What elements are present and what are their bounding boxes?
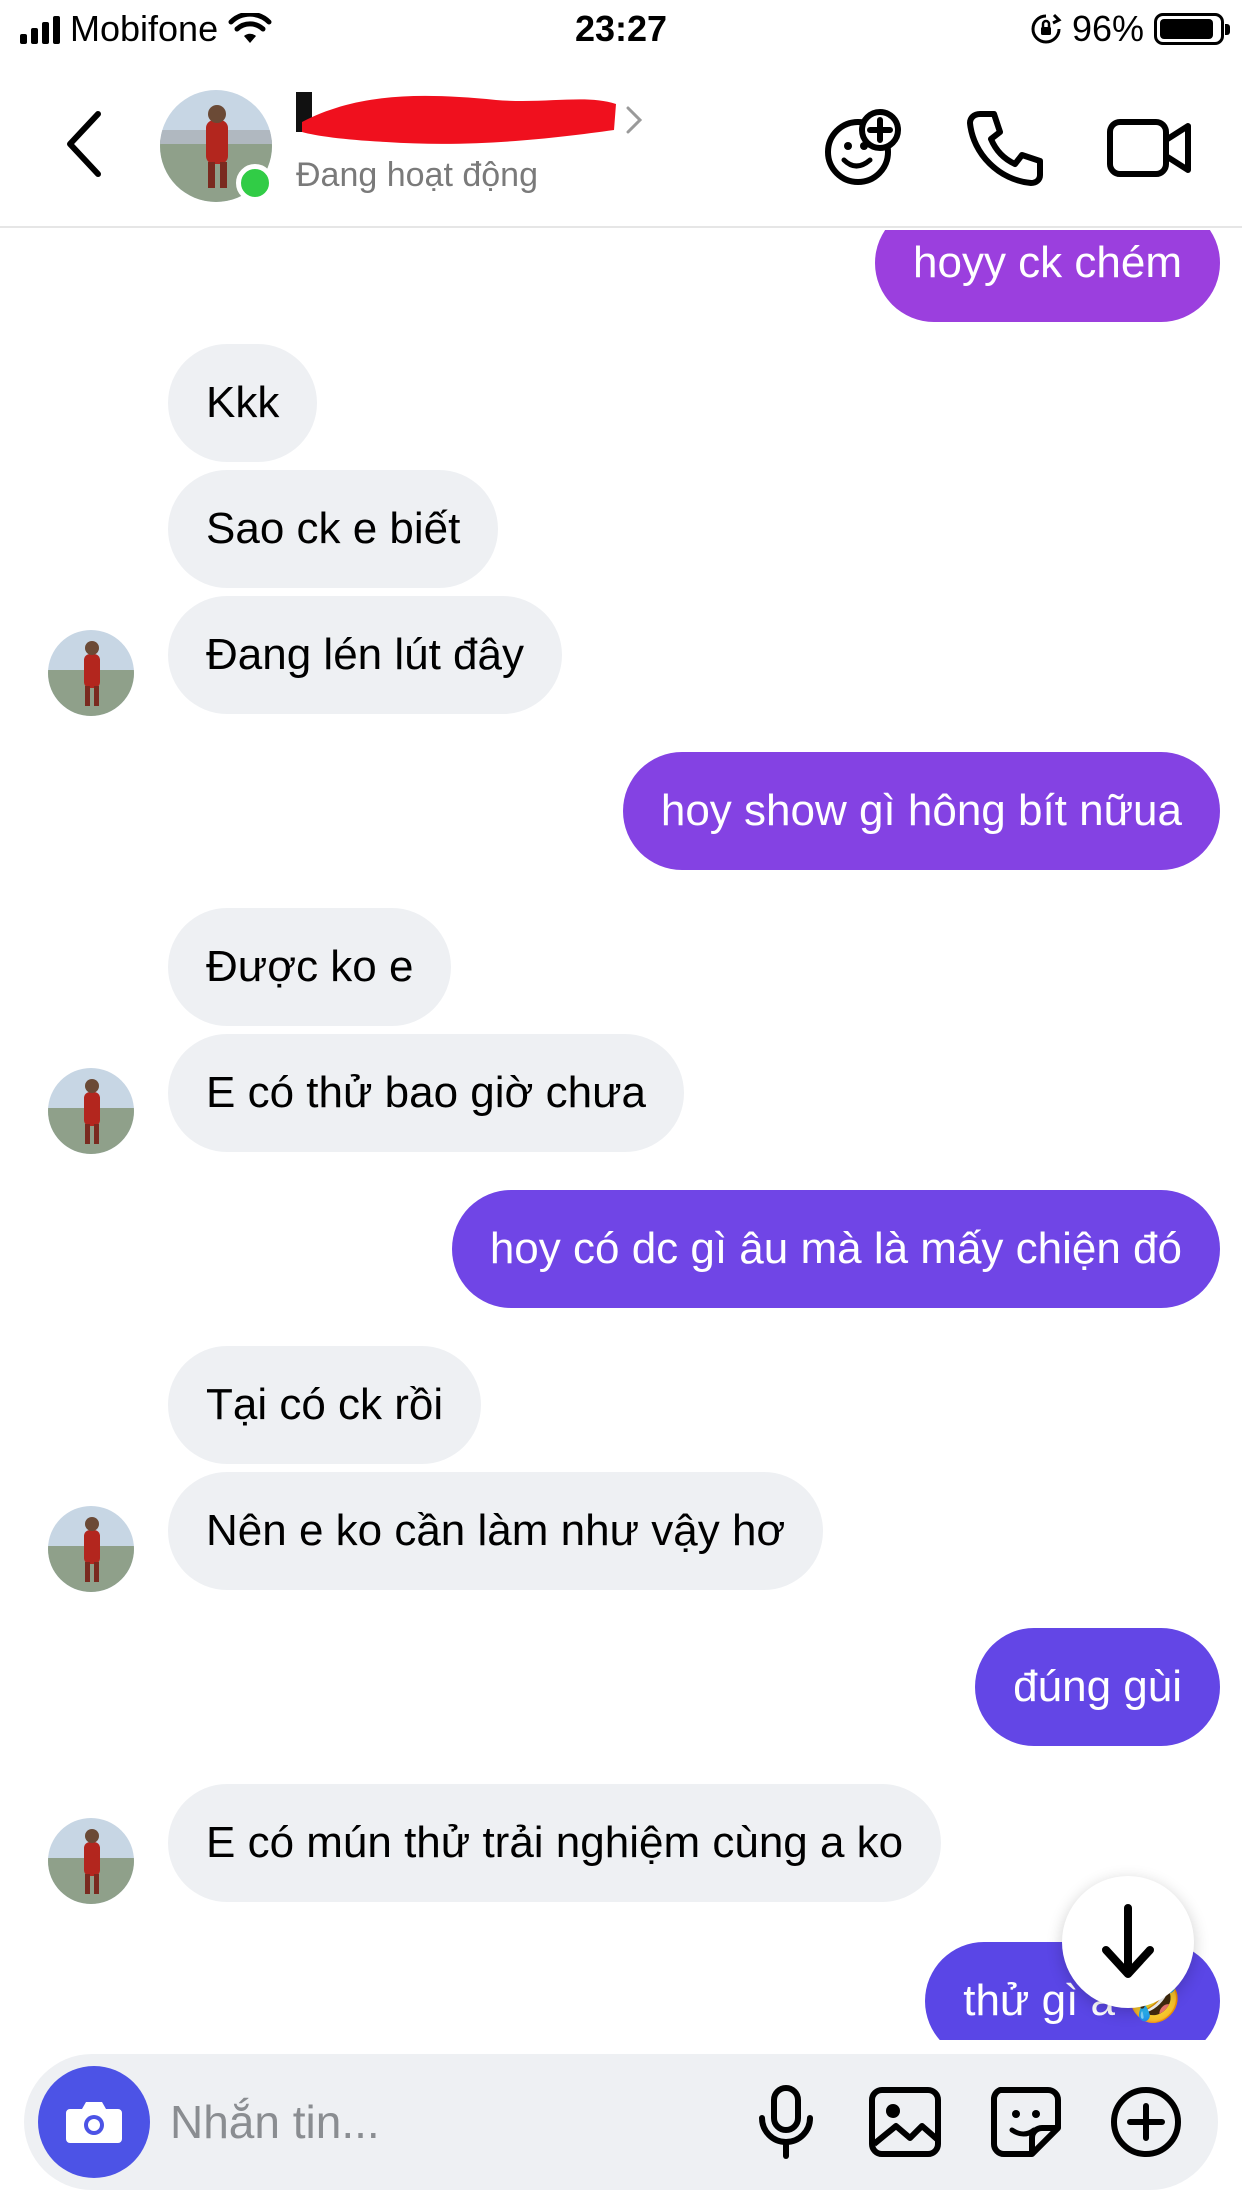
microphone-icon[interactable] bbox=[746, 2082, 826, 2162]
message-composer: Nhắn tin... bbox=[24, 2054, 1218, 2190]
message-list[interactable]: hoyy ck chém Kkk Sao ck e biết Đang lén … bbox=[0, 230, 1242, 2040]
redacted-name bbox=[296, 92, 616, 144]
message-bubble-incoming[interactable]: E có mún thử trải nghiệm cùng a ko bbox=[168, 1784, 942, 1902]
rotation-lock-icon bbox=[1031, 13, 1062, 44]
message-bubble-incoming[interactable]: Sao ck e biết bbox=[168, 470, 499, 588]
battery-icon bbox=[1154, 13, 1230, 45]
message-input[interactable]: Nhắn tin... bbox=[170, 2054, 380, 2190]
message-bubble-outgoing[interactable]: hoyy ck chém bbox=[875, 230, 1220, 322]
activity-status: Đang hoạt động bbox=[296, 156, 538, 194]
status-bar: Mobifone 23:27 96% bbox=[0, 0, 1242, 64]
sender-avatar[interactable] bbox=[48, 1818, 134, 1904]
sender-avatar[interactable] bbox=[48, 1068, 134, 1154]
effects-icon[interactable] bbox=[818, 102, 908, 192]
arrow-down-icon bbox=[1102, 1904, 1154, 1978]
message-bubble-outgoing[interactable]: đúng gùi bbox=[975, 1628, 1220, 1746]
plus-icon[interactable] bbox=[1106, 2082, 1186, 2162]
message-bubble-outgoing[interactable]: hoy có dc gì âu mà là mấy chiện đó bbox=[451, 1190, 1220, 1308]
message-bubble-incoming[interactable]: Nên e ko cần làm như vậy hơ bbox=[168, 1472, 824, 1590]
sender-avatar[interactable] bbox=[48, 1506, 134, 1592]
chevron-right-icon[interactable] bbox=[622, 100, 646, 140]
camera-button[interactable] bbox=[38, 2066, 150, 2178]
message-bubble-incoming[interactable]: Kkk bbox=[168, 344, 318, 462]
video-camera-icon[interactable] bbox=[1104, 102, 1194, 192]
sender-avatar[interactable] bbox=[48, 630, 134, 716]
message-bubble-incoming[interactable]: Được ko e bbox=[168, 908, 452, 1026]
message-bubble-outgoing[interactable]: hoy show gì hông bít nữua bbox=[622, 752, 1220, 870]
camera-icon bbox=[66, 2102, 122, 2143]
battery-percent: 96% bbox=[1071, 8, 1144, 49]
sticker-icon[interactable] bbox=[986, 2082, 1066, 2162]
gallery-icon[interactable] bbox=[866, 2082, 946, 2162]
online-status-dot bbox=[236, 164, 274, 202]
message-bubble-incoming[interactable]: Tại có ck rồi bbox=[168, 1346, 482, 1464]
scroll-to-bottom-button[interactable] bbox=[1062, 1876, 1194, 2008]
message-bubble-incoming[interactable]: Đang lén lút đây bbox=[168, 596, 562, 714]
conversation-header: Đang hoạt động bbox=[0, 64, 1242, 228]
phone-icon[interactable] bbox=[960, 102, 1050, 192]
message-bubble-incoming[interactable]: E có thử bao giờ chưa bbox=[168, 1034, 684, 1152]
back-chevron-icon[interactable] bbox=[56, 104, 116, 184]
